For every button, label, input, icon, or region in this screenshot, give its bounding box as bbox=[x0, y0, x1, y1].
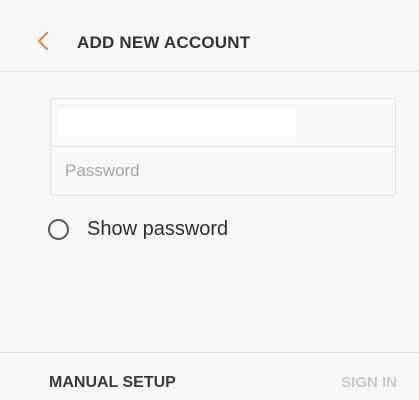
show-password-toggle[interactable]: Show password bbox=[48, 218, 228, 241]
sign-in-button[interactable]: SIGN IN bbox=[341, 374, 397, 391]
email-field[interactable] bbox=[51, 99, 395, 147]
password-placeholder: Password bbox=[65, 161, 140, 180]
app-header: ADD NEW ACCOUNT bbox=[0, 0, 419, 72]
manual-setup-button[interactable]: MANUAL SETUP bbox=[49, 374, 176, 392]
chevron-left-icon bbox=[37, 31, 49, 51]
email-value bbox=[58, 108, 296, 138]
show-password-label: Show password bbox=[87, 218, 229, 240]
page-title: ADD NEW ACCOUNT bbox=[77, 33, 251, 52]
bottom-bar: MANUAL SETUP SIGN IN bbox=[0, 352, 419, 400]
show-password-radio[interactable] bbox=[48, 219, 69, 240]
password-field[interactable]: Password bbox=[51, 147, 395, 195]
back-button[interactable] bbox=[28, 26, 58, 56]
login-form: Password bbox=[50, 98, 396, 196]
